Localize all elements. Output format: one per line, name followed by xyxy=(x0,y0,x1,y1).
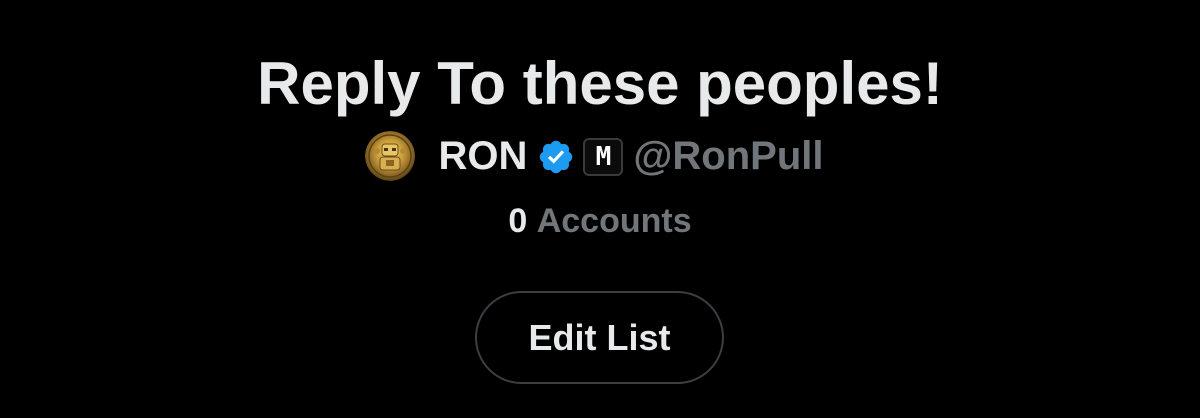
members-label: Accounts xyxy=(536,202,692,240)
affiliate-badge[interactable]: M xyxy=(583,138,624,176)
list-header: Reply To these peoples! RON M @RonPull 0… xyxy=(0,0,1200,418)
avatar-image xyxy=(364,131,415,181)
owner-name[interactable]: RON xyxy=(439,134,528,179)
avatar[interactable] xyxy=(364,131,415,181)
list-title: Reply To these peoples! xyxy=(257,50,943,117)
members-count: 0 xyxy=(508,202,528,240)
edit-list-button[interactable]: Edit List xyxy=(475,291,724,384)
verified-badge-icon xyxy=(540,140,573,174)
list-owner[interactable]: RON M @RonPull xyxy=(0,126,1200,186)
members-link[interactable]: 0 Accounts xyxy=(0,196,1200,246)
affiliate-badge-label: M xyxy=(595,142,612,172)
owner-handle[interactable]: @RonPull xyxy=(633,134,823,179)
